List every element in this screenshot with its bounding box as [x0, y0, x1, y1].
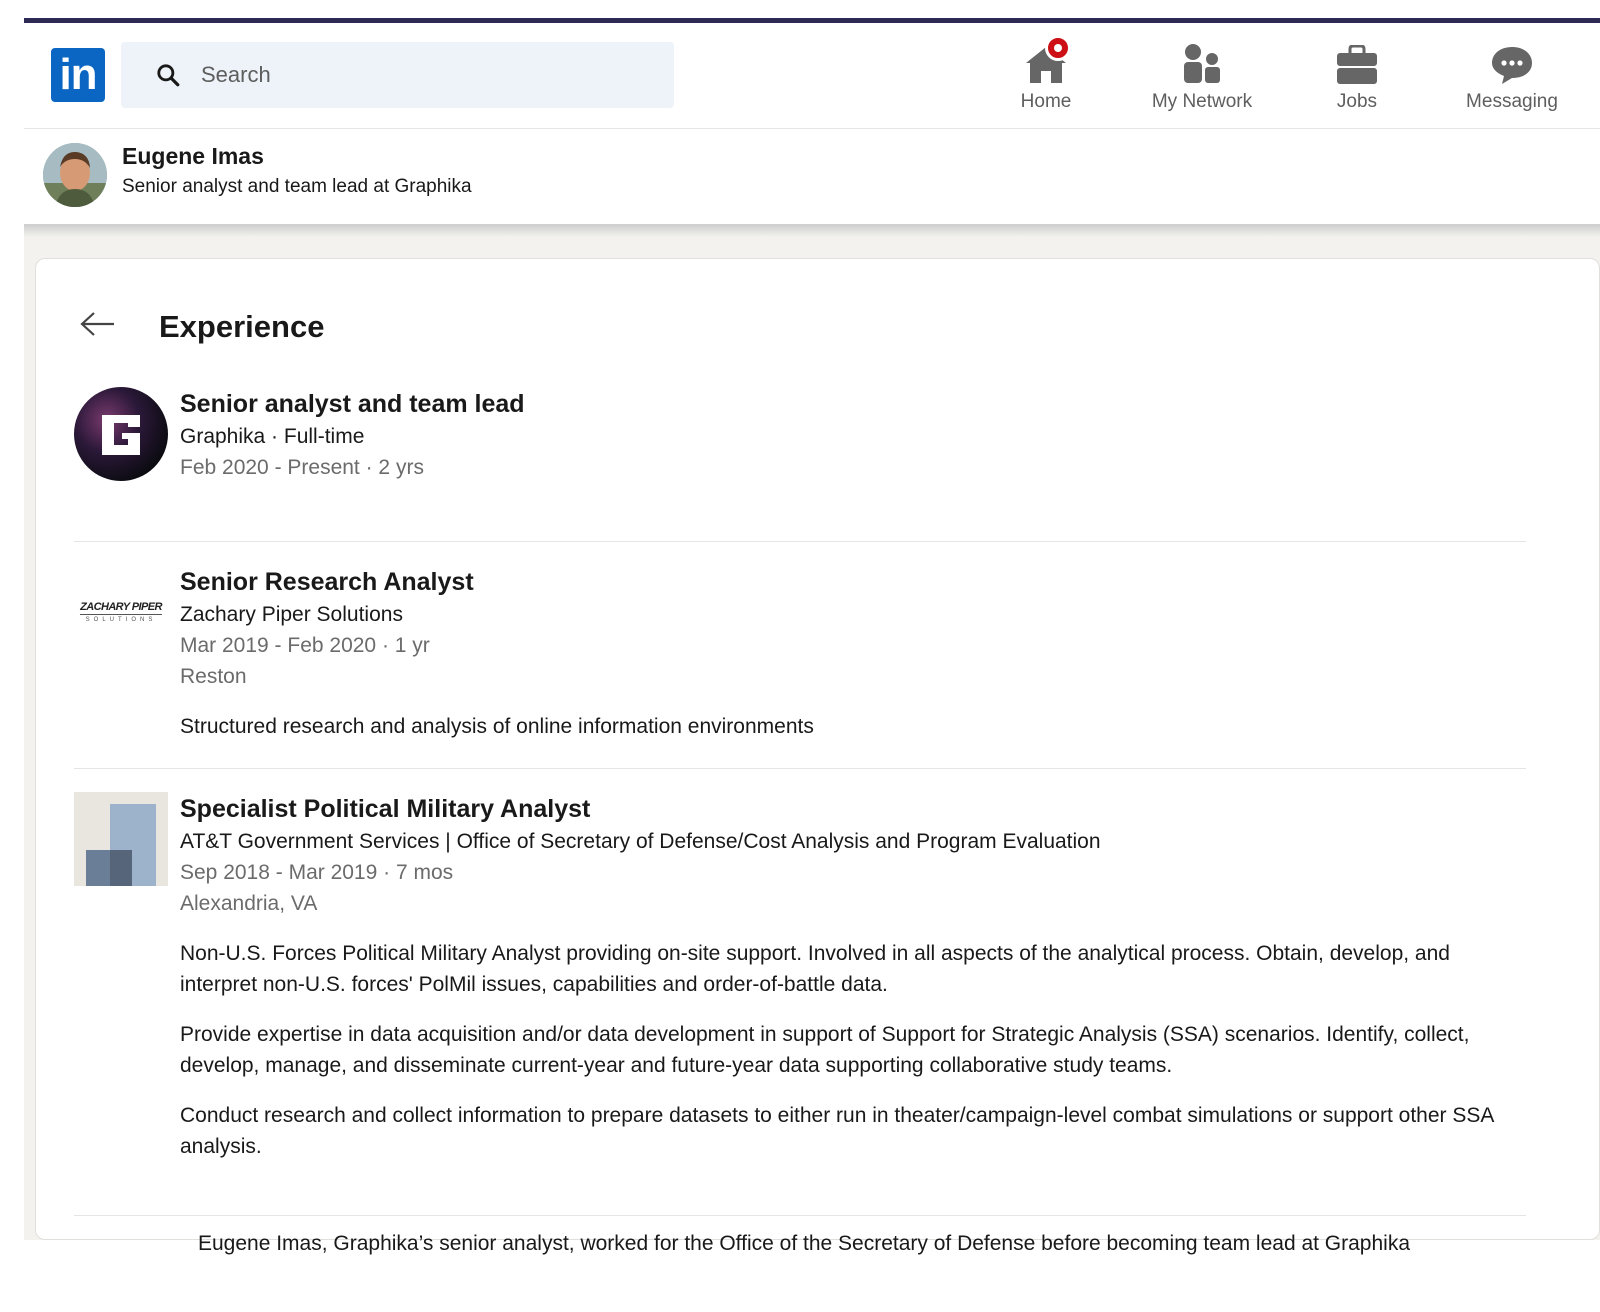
nav-item-home[interactable]: Home [1009, 35, 1083, 117]
divider [74, 541, 1526, 542]
back-arrow-icon[interactable] [78, 309, 118, 339]
search-icon [157, 64, 180, 87]
nav-label-my-network: My Network [1151, 91, 1253, 112]
nav-label-home: Home [1020, 91, 1072, 112]
messaging-icon [1492, 47, 1532, 84]
search-input[interactable]: Search [201, 62, 271, 88]
notification-badge [1045, 35, 1071, 61]
nav-label-jobs: Jobs [1336, 91, 1378, 112]
job-location: Alexandria, VA [180, 892, 318, 915]
job-description-paragraph: Provide expertise in data acquisition an… [180, 1023, 1470, 1077]
graphika-logo-icon [74, 387, 168, 481]
avatar[interactable] [43, 143, 107, 207]
nav-label-messaging: Messaging [1466, 91, 1558, 112]
job-dates: Mar 2019 - Feb 2020 · 1 yr [180, 634, 430, 657]
zachary-piper-logo-subtext: SOLUTIONS [85, 617, 157, 623]
experience-card: Experience Senior analyst and team lead … [35, 258, 1600, 1240]
search-bar[interactable]: Search [121, 42, 674, 108]
divider [74, 768, 1526, 769]
profile-name[interactable]: Eugene Imas [122, 143, 264, 170]
company-placeholder-icon [74, 792, 168, 886]
header-shadow [24, 225, 1600, 237]
profile-photo [43, 143, 107, 207]
job-description-paragraph: Conduct research and collect information… [180, 1104, 1494, 1158]
job-location: Reston [180, 665, 247, 688]
company-name: Graphika · Full-time [180, 425, 365, 448]
job-description-paragraph: Non-U.S. Forces Political Military Analy… [180, 942, 1450, 996]
job-dates: Sep 2018 - Mar 2019 · 7 mos [180, 861, 454, 884]
global-nav: in Search Home My Network Jobs Messaging [24, 23, 1600, 129]
linkedin-logo[interactable]: in [51, 48, 105, 102]
nav-item-jobs[interactable]: Jobs [1322, 37, 1392, 117]
image-caption: Eugene Imas, Graphika’s senior analyst, … [197, 1232, 1411, 1255]
job-description: Structured research and analysis of onli… [180, 715, 814, 738]
divider [74, 1215, 1526, 1216]
zachary-piper-logo[interactable]: ZACHARY PIPER SOLUTIONS [74, 565, 168, 659]
experience-item: ZACHARY PIPER SOLUTIONS Senior Research … [74, 565, 1524, 755]
profile-headline: Senior analyst and team lead at Graphika [122, 176, 472, 197]
nav-item-my-network[interactable]: My Network [1144, 37, 1260, 117]
company-name: AT&T Government Services | Office of Sec… [180, 830, 1101, 853]
job-title[interactable]: Specialist Political Military Analyst [180, 792, 1510, 826]
nav-item-messaging[interactable]: Messaging [1462, 37, 1562, 117]
section-title: Experience [159, 309, 325, 344]
graphika-logo[interactable] [74, 387, 168, 481]
job-title[interactable]: Senior analyst and team lead [180, 387, 1510, 421]
company-placeholder-logo[interactable] [74, 792, 168, 886]
profile-header: Eugene Imas Senior analyst and team lead… [24, 130, 1600, 225]
job-title[interactable]: Senior Research Analyst [180, 565, 1510, 599]
job-dates: Feb 2020 - Present · 2 yrs [180, 456, 424, 479]
briefcase-icon [1337, 45, 1377, 84]
zachary-piper-logo-text: ZACHARY PIPER [80, 601, 162, 615]
experience-item: Senior analyst and team lead Graphika · … [74, 387, 1524, 487]
experience-item: Specialist Political Military Analyst AT… [74, 792, 1524, 1202]
network-icon [1184, 44, 1220, 83]
company-name: Zachary Piper Solutions [180, 603, 403, 626]
